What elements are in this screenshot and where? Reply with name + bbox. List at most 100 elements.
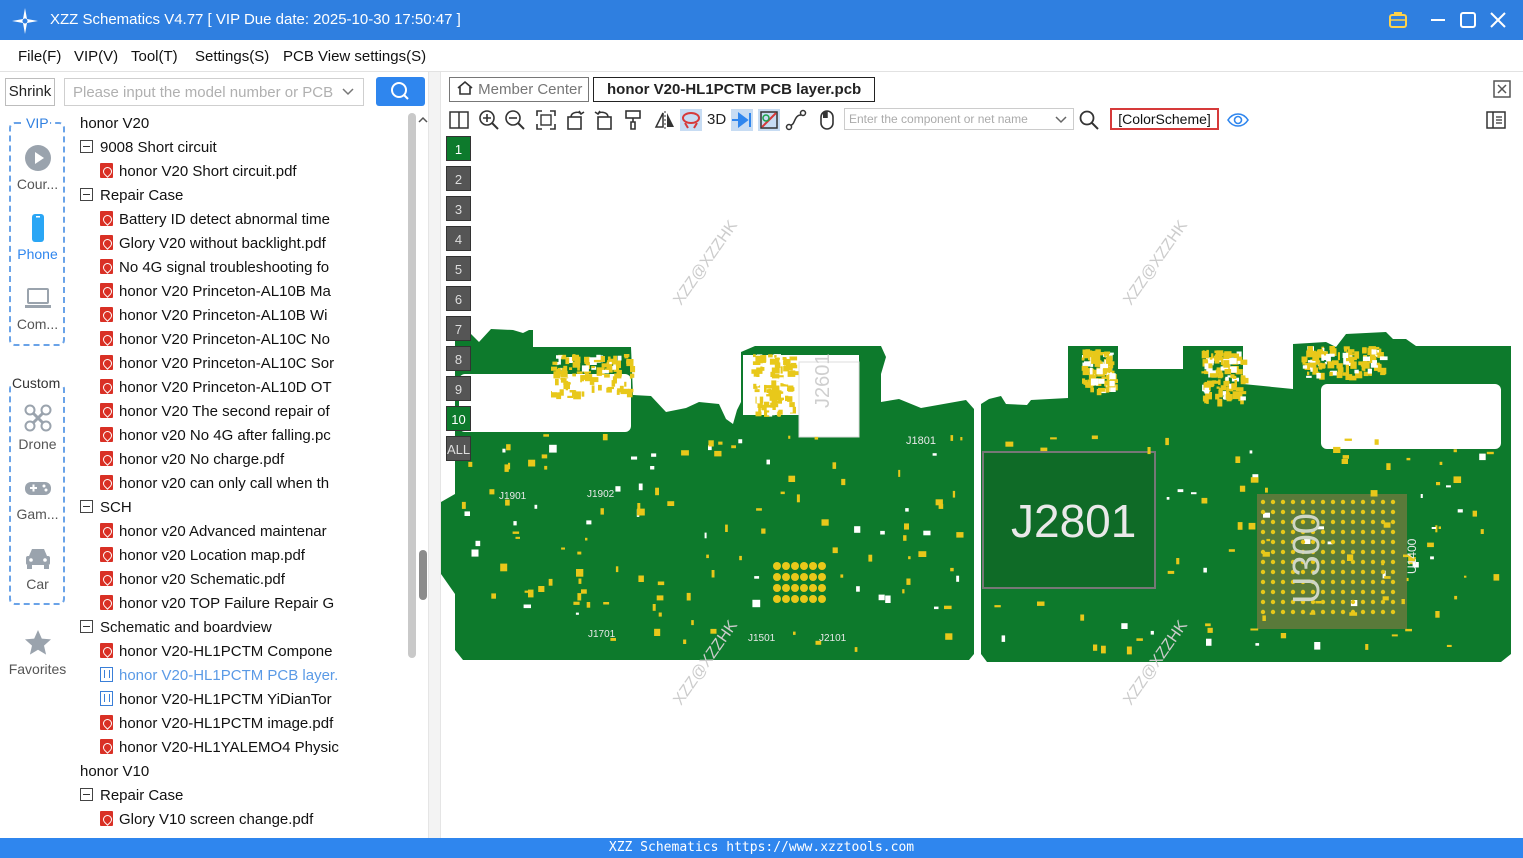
pcb-board-view[interactable]: J2601 J2801 U300 J1801 J1901 J1902 J1701… [441, 134, 1523, 838]
chevron-down-icon[interactable] [1054, 113, 1068, 127]
tree-file[interactable]: honor V20 The second repair of [100, 400, 330, 424]
tree-folder[interactable]: honor V20 [75, 112, 149, 136]
menu-file[interactable]: File(F) [18, 48, 61, 65]
tree-scrollbar-thumb[interactable] [419, 550, 427, 600]
tree-file[interactable]: honor v20 Schematic.pdf [100, 568, 285, 592]
tree-file[interactable]: honor v20 can only call when th [100, 472, 329, 496]
tree-folder[interactable]: Schematic and boardview [80, 616, 272, 640]
tree-file[interactable]: honor V20-HL1PCTM image.pdf [100, 712, 333, 736]
tab-active-pcb[interactable]: honor V20-HL1PCTM PCB layer.pcb [593, 77, 876, 102]
pcb-pad [796, 494, 800, 503]
menu-vip[interactable]: VIP(V) [74, 48, 118, 65]
maximize-button[interactable] [1456, 8, 1480, 32]
close-tab-icon[interactable] [1492, 79, 1512, 99]
layer-button[interactable]: 3 [446, 196, 471, 221]
rail-item-favorites[interactable]: Favorites [0, 629, 75, 677]
rail-item-courses[interactable]: Cour... [0, 144, 75, 192]
search-button[interactable] [376, 77, 425, 106]
pcb-pad [567, 382, 571, 385]
tree-file[interactable]: honor V20-HL1PCTM PCB layer. [100, 664, 338, 688]
layer-button[interactable]: 5 [446, 256, 471, 281]
side-panel-icon[interactable] [1485, 109, 1507, 131]
tree-file[interactable]: honor V20 Princeton-AL10B Ma [100, 280, 331, 304]
briefcase-icon[interactable] [1386, 8, 1410, 32]
tree-folder[interactable]: Repair Case [80, 184, 183, 208]
tree-file[interactable]: honor V20-HL1PCTM Compone [100, 640, 332, 664]
eye-icon[interactable] [1227, 109, 1249, 131]
tree-file[interactable]: honor V20 Princeton-AL10C No [100, 328, 330, 352]
tree-folder[interactable]: SCH [80, 496, 132, 520]
menu-tool[interactable]: Tool(T) [131, 48, 178, 65]
layer-button[interactable]: 10 [446, 406, 471, 431]
model-search-input[interactable]: Please input the model number or PCB [64, 78, 364, 106]
tree-folder[interactable]: honor V10 [75, 760, 149, 784]
rail-item-phone[interactable]: Phone [0, 214, 75, 262]
tree-file[interactable]: honor V20-HL1YALEMO4 Physic [100, 736, 339, 760]
rail-item-computer[interactable]: Com... [0, 284, 75, 332]
collapse-icon[interactable] [80, 188, 93, 201]
component-search-input[interactable]: Enter the component or net name [844, 108, 1074, 130]
trace-route-icon[interactable] [785, 109, 807, 131]
tree-file[interactable]: honor V20-HL1PCTM YiDianTor [100, 688, 332, 712]
pcb-pad [491, 593, 496, 599]
paint-brush-icon[interactable] [622, 109, 644, 131]
bga-ball [1340, 519, 1346, 525]
split-view-icon[interactable] [448, 109, 470, 131]
tree-file[interactable]: Glory V10 screen change.pdf [100, 808, 313, 832]
layer-button[interactable]: 8 [446, 346, 471, 371]
net-highlight-icon[interactable] [758, 109, 780, 131]
3d-view-button[interactable]: 3D [707, 111, 726, 128]
layer-view-icon[interactable] [680, 109, 702, 131]
chevron-down-icon[interactable] [341, 83, 355, 101]
tree-file[interactable]: No 4G signal troubleshooting fo [100, 256, 329, 280]
tree-file[interactable]: honor v20 Advanced maintenar [100, 520, 327, 544]
tree-scrollbar-track[interactable] [408, 113, 416, 658]
fit-view-icon[interactable] [535, 109, 557, 131]
menu-pcb-view-settings[interactable]: PCB View settings(S) [283, 48, 426, 65]
collapse-icon[interactable] [80, 788, 93, 801]
rail-item-car[interactable]: Car [0, 544, 75, 592]
pin-direction-icon[interactable] [731, 109, 753, 131]
layer-button[interactable]: 1 [446, 136, 471, 161]
shrink-button[interactable]: Shrink [5, 78, 55, 106]
component-search-icon[interactable] [1078, 109, 1100, 131]
collapse-icon[interactable] [80, 140, 93, 153]
mirror-flip-icon[interactable] [654, 109, 676, 131]
tree-file[interactable]: honor V20 Princeton-AL10C Sor [100, 352, 334, 376]
tree-file[interactable]: honor V20 Princeton-AL10D OT [100, 376, 332, 400]
tree-file[interactable]: Glory V20 without backlight.pdf [100, 232, 326, 256]
layer-button[interactable]: 7 [446, 316, 471, 341]
tree-file[interactable]: honor v20 Location map.pdf [100, 544, 305, 568]
panel-splitter[interactable] [428, 72, 441, 838]
layer-button[interactable]: 2 [446, 166, 471, 191]
tree-file[interactable]: Battery ID detect abnormal time [100, 208, 330, 232]
rotate-right-icon[interactable] [592, 109, 614, 131]
pcb-pad [638, 483, 643, 491]
zoom-in-icon[interactable] [478, 109, 500, 131]
tree-file[interactable]: honor v20 TOP Failure Repair G [100, 592, 334, 616]
tree-file[interactable]: honor V20 Short circuit.pdf [100, 160, 297, 184]
close-button[interactable] [1486, 8, 1510, 32]
mouse-icon[interactable] [816, 109, 838, 131]
tree-folder[interactable]: Repair Case [80, 784, 183, 808]
layer-button[interactable]: ALL [446, 436, 471, 461]
collapse-icon[interactable] [80, 500, 93, 513]
bga-ball [1330, 599, 1336, 605]
tree-file[interactable]: honor v20 No charge.pdf [100, 448, 284, 472]
layer-button[interactable]: 6 [446, 286, 471, 311]
zoom-out-icon[interactable] [504, 109, 526, 131]
minimize-button[interactable] [1426, 8, 1450, 32]
rotate-left-icon[interactable] [565, 109, 587, 131]
menu-settings[interactable]: Settings(S) [195, 48, 269, 65]
color-scheme-button[interactable]: [ColorScheme] [1110, 108, 1219, 130]
tree-file[interactable]: honor v20 No 4G after falling.pc [100, 424, 331, 448]
pcb-canvas[interactable]: J2601 J2801 U300 J1801 J1901 J1902 J1701… [441, 134, 1523, 838]
layer-button[interactable]: 4 [446, 226, 471, 251]
layer-button[interactable]: 9 [446, 376, 471, 401]
rail-item-game[interactable]: Gam... [0, 474, 75, 522]
tree-file[interactable]: honor V20 Princeton-AL10B Wi [100, 304, 327, 328]
rail-item-drone[interactable]: Drone [0, 404, 75, 452]
tree-folder[interactable]: 9008 Short circuit [80, 136, 217, 160]
collapse-icon[interactable] [80, 620, 93, 633]
tab-member-center[interactable]: Member Center [449, 77, 590, 102]
